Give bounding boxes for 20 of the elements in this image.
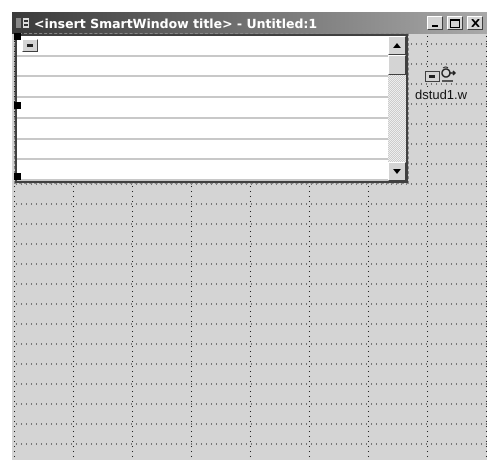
down-arrow-icon	[393, 169, 401, 174]
selection-handle[interactable]	[14, 102, 21, 109]
button-icon	[22, 39, 38, 52]
up-arrow-icon	[393, 43, 401, 48]
scroll-thumb[interactable]	[388, 55, 406, 75]
close-button[interactable]	[467, 16, 483, 30]
minimize-button[interactable]	[427, 16, 443, 30]
selection-handle[interactable]	[14, 173, 21, 180]
scroll-down-button[interactable]	[388, 162, 406, 181]
object-label: dstud1.w	[415, 87, 468, 102]
window-icon	[16, 17, 30, 29]
browse-widget[interactable]	[15, 34, 408, 183]
data-object-icon[interactable]	[425, 66, 458, 84]
maximize-icon	[450, 18, 460, 28]
window-title: <insert SmartWindow title> - Untitled:1	[34, 16, 318, 30]
scroll-up-button[interactable]	[388, 36, 406, 55]
selection-handle[interactable]	[14, 33, 21, 40]
scrollbar[interactable]	[388, 36, 406, 181]
close-icon	[470, 19, 480, 27]
maximize-button[interactable]	[447, 16, 463, 30]
